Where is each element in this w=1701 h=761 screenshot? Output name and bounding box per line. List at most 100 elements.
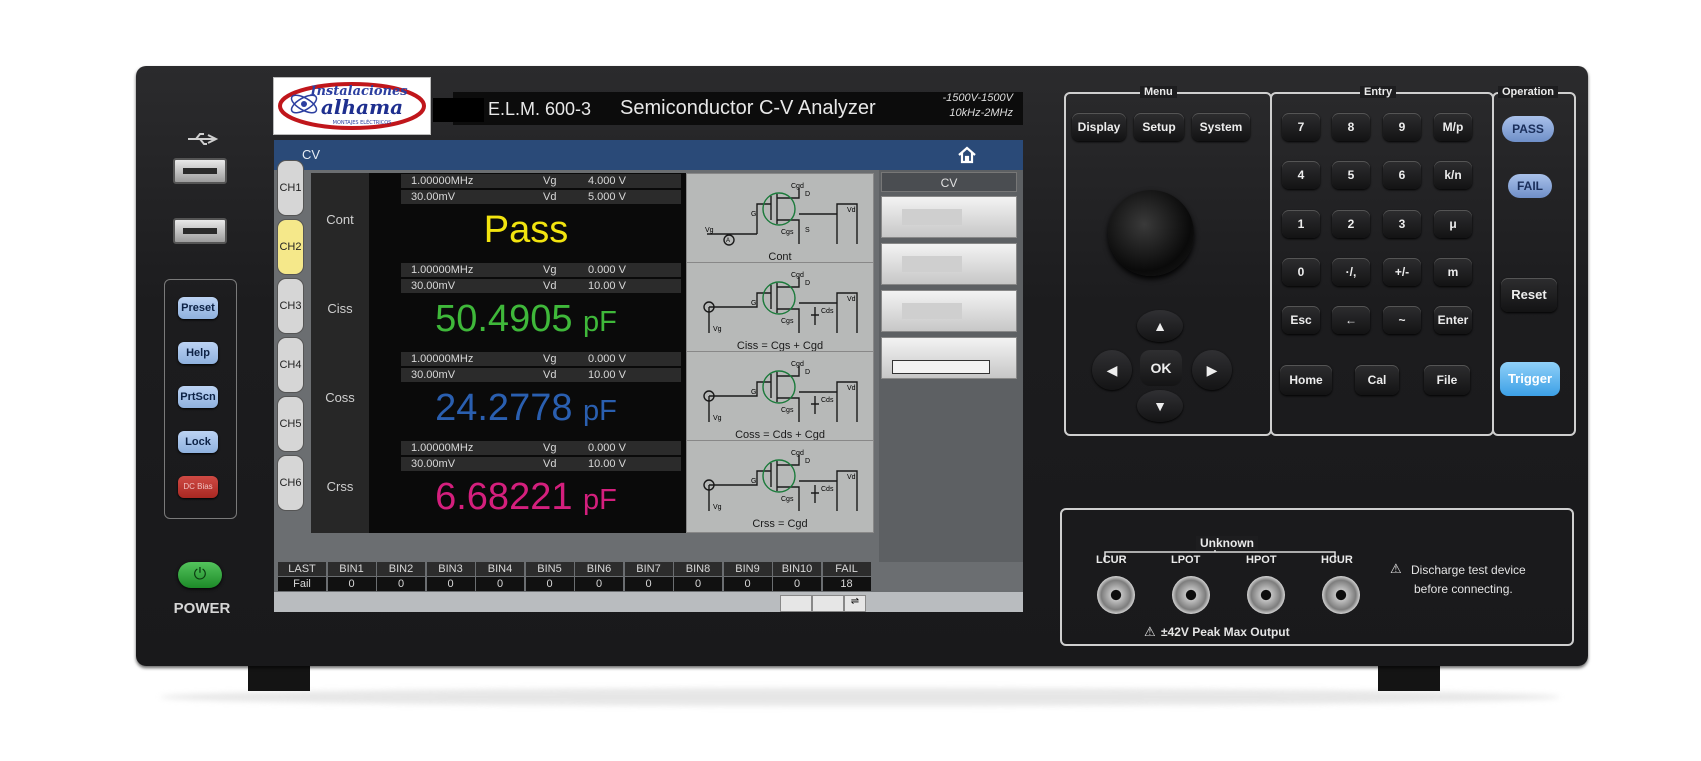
key-4-1[interactable]: ←: [1332, 306, 1370, 334]
row-name: Crss: [311, 440, 369, 533]
key-4-3[interactable]: Enter: [1434, 306, 1472, 334]
entry-group-label: Entry: [1360, 86, 1397, 98]
unknown-label: Unknown: [1196, 536, 1258, 550]
drain-voltage: 10.00 V: [588, 368, 626, 382]
cal-button[interactable]: Cal: [1355, 365, 1399, 395]
key-4-0[interactable]: Esc: [1282, 306, 1320, 334]
right-arrow-button[interactable]: ▶: [1192, 350, 1232, 390]
measurement-row-crss: Crss 1.00000MHz 30.00mV Vg Vd 0.000 V 10…: [311, 440, 686, 533]
lpot-connector[interactable]: [1172, 576, 1210, 614]
lcd-screen: CV CH1 CH2 CH3 CH4 CH5 CH6 Cont 1.00000M…: [274, 140, 1023, 612]
system-button[interactable]: System: [1192, 113, 1250, 141]
svg-text:Cgd: Cgd: [791, 361, 804, 368]
tab-ch4[interactable]: CH4: [277, 337, 304, 393]
bin-header: BIN2: [377, 562, 425, 576]
svg-text:A: A: [726, 238, 730, 244]
bin-header: BIN1: [327, 562, 376, 576]
softkey-4[interactable]: [881, 337, 1017, 379]
key-3-1[interactable]: ·/,: [1332, 258, 1370, 286]
left-arrow-button[interactable]: ◀: [1092, 350, 1132, 390]
home-icon[interactable]: [955, 143, 979, 167]
softkey-2[interactable]: [881, 243, 1017, 285]
svg-text:Vd: Vd: [847, 296, 856, 303]
fail-indicator: FAIL: [1508, 174, 1552, 198]
svg-text:Cds: Cds: [821, 486, 834, 493]
usb-port-top[interactable]: [173, 158, 227, 184]
key-2-2[interactable]: 3: [1383, 210, 1421, 238]
rotary-knob[interactable]: [1108, 190, 1194, 276]
key-2-0[interactable]: 1: [1282, 210, 1320, 238]
file-button[interactable]: File: [1424, 365, 1470, 395]
up-arrow-button[interactable]: ▲: [1137, 310, 1183, 342]
trigger-button[interactable]: Trigger: [1500, 362, 1560, 396]
key-3-0[interactable]: 0: [1282, 258, 1320, 286]
measurement-value: 50.4905 pF: [435, 298, 617, 340]
help-button[interactable]: Help: [178, 342, 218, 364]
reset-button[interactable]: Reset: [1501, 278, 1557, 312]
key-1-1[interactable]: 5: [1332, 161, 1370, 189]
bin-header: BIN6: [575, 562, 623, 576]
key-0-2[interactable]: 9: [1383, 113, 1421, 141]
status-bar: ⇌: [274, 592, 1023, 612]
circuit-diagram: Cgd D G Cgs Cds Vd Vg Ciss = Cgs + Cgd: [686, 262, 874, 355]
tab-ch5[interactable]: CH5: [277, 396, 304, 452]
bin-value: 0: [377, 577, 425, 591]
tab-ch2[interactable]: CH2: [277, 219, 304, 275]
down-arrow-button[interactable]: ▼: [1137, 390, 1183, 422]
lpot-label: LPOT: [1171, 554, 1201, 566]
bin-header: BIN10: [773, 562, 821, 576]
key-2-1[interactable]: 2: [1332, 210, 1370, 238]
key-0-3[interactable]: M/p: [1434, 113, 1472, 141]
gate-voltage: 0.000 V: [588, 263, 626, 277]
terminal-panel: [1060, 508, 1574, 646]
key-0-0[interactable]: 7: [1282, 113, 1320, 141]
lock-button[interactable]: Lock: [178, 431, 218, 453]
key-0-1[interactable]: 8: [1332, 113, 1370, 141]
softkey-1[interactable]: [881, 196, 1017, 238]
key-1-0[interactable]: 4: [1282, 161, 1320, 189]
bin-header: FAIL: [822, 562, 871, 576]
key-1-2[interactable]: 6: [1383, 161, 1421, 189]
bin-header: BIN4: [476, 562, 524, 576]
key-1-3[interactable]: k/n: [1434, 161, 1472, 189]
lcur-label: LCUR: [1096, 554, 1127, 566]
tab-ch3[interactable]: CH3: [277, 278, 304, 334]
hpot-connector[interactable]: [1247, 576, 1285, 614]
usb-port-bottom[interactable]: [173, 218, 227, 244]
dc-bias-button[interactable]: DC Bias: [178, 476, 218, 498]
power-button[interactable]: ⏻: [178, 562, 222, 588]
key-3-3[interactable]: m: [1434, 258, 1472, 286]
key-2-3[interactable]: μ: [1434, 210, 1472, 238]
bin-table: LAST Fail BIN1 0 BIN2 0 BIN3 0 BIN4 0 BIN5 0 BIN6 0 BI…: [274, 562, 879, 592]
preset-button[interactable]: Preset: [178, 297, 218, 319]
param-drain-label: Vd: [543, 457, 557, 471]
bin-header: BIN9: [723, 562, 772, 576]
bin-header: BIN5: [525, 562, 574, 576]
frequency-value: 1.00000MHz: [411, 174, 474, 188]
setup-button[interactable]: Setup: [1134, 113, 1184, 141]
status-field: [812, 595, 844, 612]
bin-header: BIN3: [426, 562, 475, 576]
param-drain-label: Vd: [543, 190, 557, 204]
lcur-connector[interactable]: [1097, 576, 1135, 614]
key-4-2[interactable]: ~: [1383, 306, 1421, 334]
tab-ch1[interactable]: CH1: [277, 160, 304, 216]
prtscn-button[interactable]: PrtScn: [178, 386, 218, 408]
svg-text:Cgd: Cgd: [791, 183, 804, 190]
frequency-value: 1.00000MHz: [411, 352, 474, 366]
softkey-3[interactable]: [881, 290, 1017, 332]
gate-voltage: 0.000 V: [588, 352, 626, 366]
right-foot: [1378, 665, 1440, 691]
model-name: E.L.M. 600-3: [488, 99, 592, 119]
up-arrow-icon: ▲: [1153, 318, 1167, 334]
display-button[interactable]: Display: [1072, 113, 1126, 141]
key-3-2[interactable]: +/-: [1383, 258, 1421, 286]
bin-value: 0: [624, 577, 673, 591]
hcur-connector[interactable]: [1322, 576, 1360, 614]
home-button[interactable]: Home: [1280, 365, 1332, 395]
menu-group-label: Menu: [1140, 86, 1177, 98]
row-name: Cont: [311, 173, 369, 266]
ok-button[interactable]: OK: [1140, 350, 1182, 386]
tab-ch6[interactable]: CH6: [277, 455, 304, 511]
measurement-row-coss: Coss 1.00000MHz 30.00mV Vg Vd 0.000 V 10…: [311, 351, 686, 444]
